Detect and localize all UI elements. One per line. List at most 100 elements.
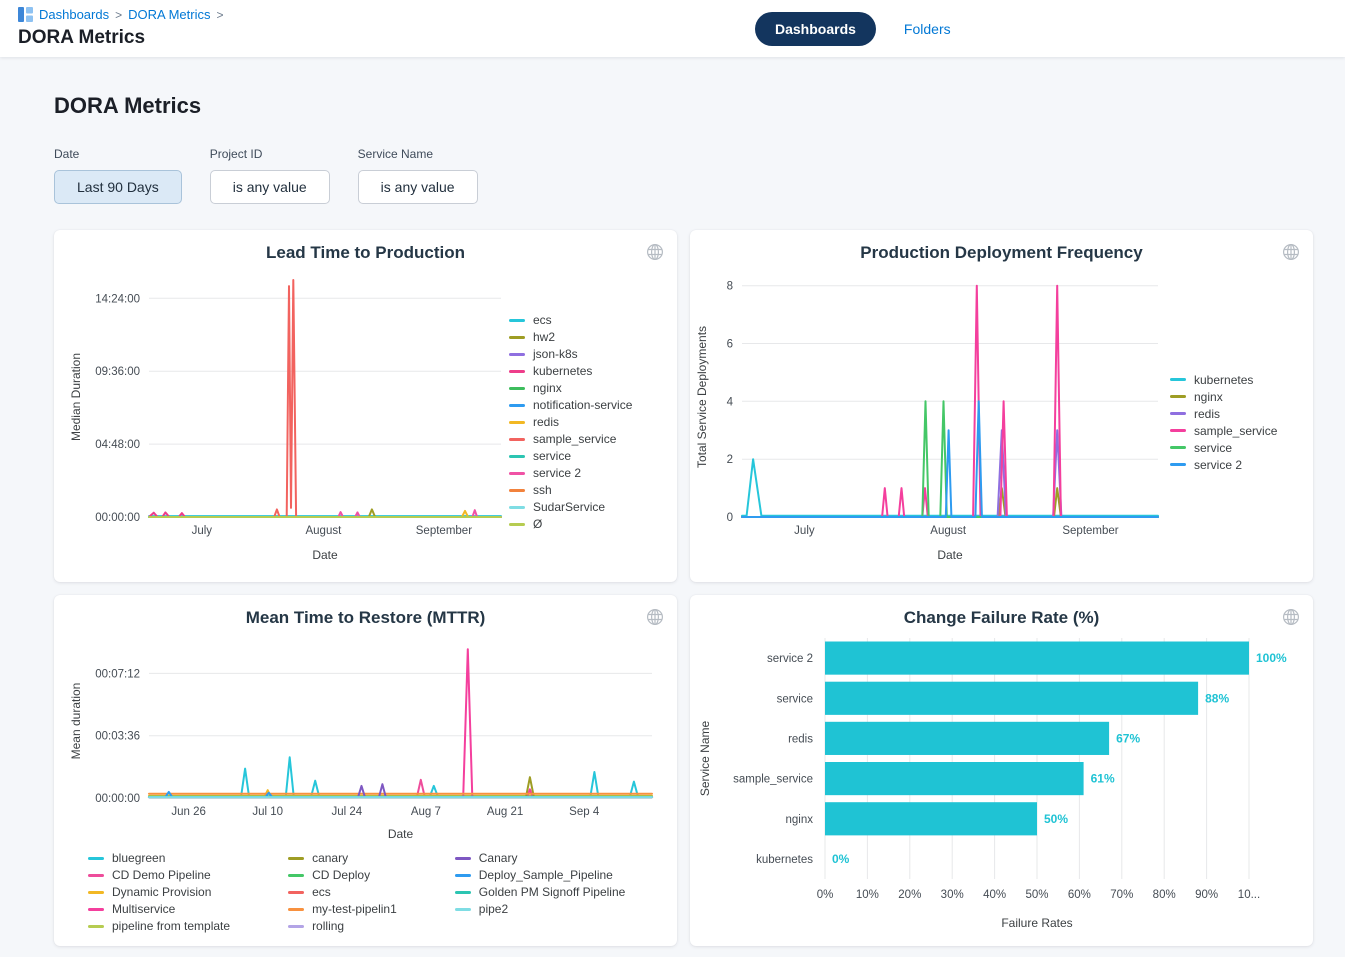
svg-text:July: July: [794, 525, 815, 537]
deployment-frequency-chart[interactable]: 02468JulyAugustSeptemberDateTotal Servic…: [690, 263, 1170, 563]
legend-item[interactable]: service 2: [1170, 458, 1277, 472]
legend-swatch: [288, 891, 304, 894]
svg-text:6: 6: [727, 339, 733, 351]
change-failure-rate-chart[interactable]: 0%10%20%30%40%50%60%70%80%90%10...servic…: [695, 628, 1307, 933]
globe-icon[interactable]: [1282, 608, 1300, 631]
legend-item[interactable]: Golden PM Signoff Pipeline: [455, 885, 626, 899]
legend-item[interactable]: pipeline from template: [88, 919, 230, 933]
deployment-frequency-legend: kubernetes nginx redis sample_serviceservic…: [1170, 373, 1277, 472]
legend-item[interactable]: redis: [1170, 407, 1277, 421]
legend-item[interactable]: service: [1170, 441, 1277, 455]
legend-item[interactable]: nginx: [509, 381, 632, 395]
legend-item[interactable]: redis: [509, 415, 632, 429]
legend-item[interactable]: SudarService: [509, 500, 632, 514]
legend-label: kubernetes: [533, 364, 592, 378]
chart-title: Production Deployment Frequency: [690, 243, 1313, 263]
filter-date-button[interactable]: Last 90 Days: [54, 170, 182, 204]
filter-date-label: Date: [54, 147, 182, 161]
legend-column: canary CD Deploy ecs my-test-pipelin1 rollin…: [288, 851, 397, 933]
legend-swatch: [509, 370, 525, 373]
legend-item[interactable]: CD Demo Pipeline: [88, 868, 230, 882]
svg-text:nginx: nginx: [786, 814, 814, 826]
filter-project-id-button[interactable]: is any value: [210, 170, 330, 204]
legend-item[interactable]: Ø: [509, 517, 632, 531]
legend-item[interactable]: Canary: [455, 851, 626, 865]
legend-swatch: [509, 506, 525, 509]
globe-icon[interactable]: [646, 608, 664, 631]
legend-label: nginx: [533, 381, 562, 395]
mttr-legend: bluegreen CD Demo Pipeline Dynamic Provisi…: [88, 851, 677, 933]
legend-swatch: [288, 925, 304, 928]
svg-text:67%: 67%: [1116, 731, 1140, 745]
legend-swatch: [509, 387, 525, 390]
tab-dashboards[interactable]: Dashboards: [755, 12, 876, 46]
globe-icon[interactable]: [646, 243, 664, 266]
legend-item[interactable]: rolling: [288, 919, 397, 933]
legend-item[interactable]: nginx: [1170, 390, 1277, 404]
legend-item[interactable]: ecs: [509, 313, 632, 327]
svg-text:Date: Date: [937, 548, 963, 562]
legend-label: service 2: [1194, 458, 1242, 472]
legend-label: pipe2: [479, 902, 508, 916]
legend-label: Deploy_Sample_Pipeline: [479, 868, 613, 882]
svg-text:redis: redis: [788, 733, 813, 745]
legend-swatch: [455, 891, 471, 894]
svg-text:100%: 100%: [1256, 651, 1287, 665]
legend-item[interactable]: ecs: [288, 885, 397, 899]
svg-text:Service Name: Service Name: [698, 720, 712, 796]
filter-service-name-button[interactable]: is any value: [358, 170, 478, 204]
legend-item[interactable]: sample_service: [509, 432, 632, 446]
legend-column: bluegreen CD Demo Pipeline Dynamic Provisi…: [88, 851, 230, 933]
legend-label: Dynamic Provision: [112, 885, 211, 899]
legend-item[interactable]: pipe2: [455, 902, 626, 916]
legend-item[interactable]: Dynamic Provision: [88, 885, 230, 899]
tab-folders[interactable]: Folders: [904, 21, 951, 37]
globe-icon[interactable]: [1282, 243, 1300, 266]
card-mean-time-to-restore: Mean Time to Restore (MTTR) 00:00:0000:0…: [54, 595, 677, 946]
svg-text:September: September: [416, 525, 472, 537]
legend-item[interactable]: my-test-pipelin1: [288, 902, 397, 916]
legend-swatch: [509, 421, 525, 424]
legend-swatch: [1170, 395, 1186, 398]
card-change-failure-rate: Change Failure Rate (%) 0%10%20%30%40%50…: [690, 595, 1313, 946]
legend-item[interactable]: sample_service: [1170, 424, 1277, 438]
page-title: DORA Metrics: [18, 27, 145, 49]
legend-item[interactable]: kubernetes: [509, 364, 632, 378]
svg-text:09:36:00: 09:36:00: [95, 366, 140, 378]
legend-swatch: [509, 472, 525, 475]
svg-text:July: July: [192, 525, 213, 537]
legend-item[interactable]: CD Deploy: [288, 868, 397, 882]
legend-item[interactable]: json-k8s: [509, 347, 632, 361]
legend-item[interactable]: Multiservice: [88, 902, 230, 916]
legend-label: service 2: [533, 466, 581, 480]
legend-label: redis: [1194, 407, 1220, 421]
legend-item[interactable]: hw2: [509, 330, 632, 344]
lead-time-chart[interactable]: 00:00:0004:48:0009:36:0014:24:00JulyAugu…: [54, 263, 509, 563]
svg-text:88%: 88%: [1205, 691, 1229, 705]
breadcrumb-link-dashboards[interactable]: Dashboards: [39, 7, 109, 22]
legend-swatch: [1170, 429, 1186, 432]
legend-label: ssh: [533, 483, 552, 497]
legend-swatch: [88, 925, 104, 928]
legend-item[interactable]: notification-service: [509, 398, 632, 412]
legend-item[interactable]: canary: [288, 851, 397, 865]
legend-label: nginx: [1194, 390, 1223, 404]
legend-item[interactable]: bluegreen: [88, 851, 230, 865]
legend-item[interactable]: kubernetes: [1170, 373, 1277, 387]
legend-item[interactable]: service: [509, 449, 632, 463]
legend-item[interactable]: service 2: [509, 466, 632, 480]
svg-text:04:48:00: 04:48:00: [95, 439, 140, 451]
breadcrumb-link-dora-metrics[interactable]: DORA Metrics: [128, 7, 210, 22]
legend-label: SudarService: [533, 500, 605, 514]
legend-item[interactable]: Deploy_Sample_Pipeline: [455, 868, 626, 882]
svg-text:service 2: service 2: [767, 653, 813, 665]
legend-item[interactable]: ssh: [509, 483, 632, 497]
lead-time-legend: ecs hw2 json-k8s kubernetes nginx notificatio…: [509, 313, 632, 531]
legend-label: Multiservice: [112, 902, 175, 916]
svg-text:Mean duration: Mean duration: [69, 683, 83, 760]
dashboard-grid: Lead Time to Production 00:00:0004:48:00…: [54, 230, 1313, 946]
svg-text:50%: 50%: [1025, 889, 1048, 901]
svg-text:Sep 4: Sep 4: [569, 806, 600, 818]
mttr-chart[interactable]: 00:00:0000:03:3600:07:12Jun 26Jul 10Jul …: [54, 628, 666, 842]
legend-swatch: [509, 523, 525, 526]
